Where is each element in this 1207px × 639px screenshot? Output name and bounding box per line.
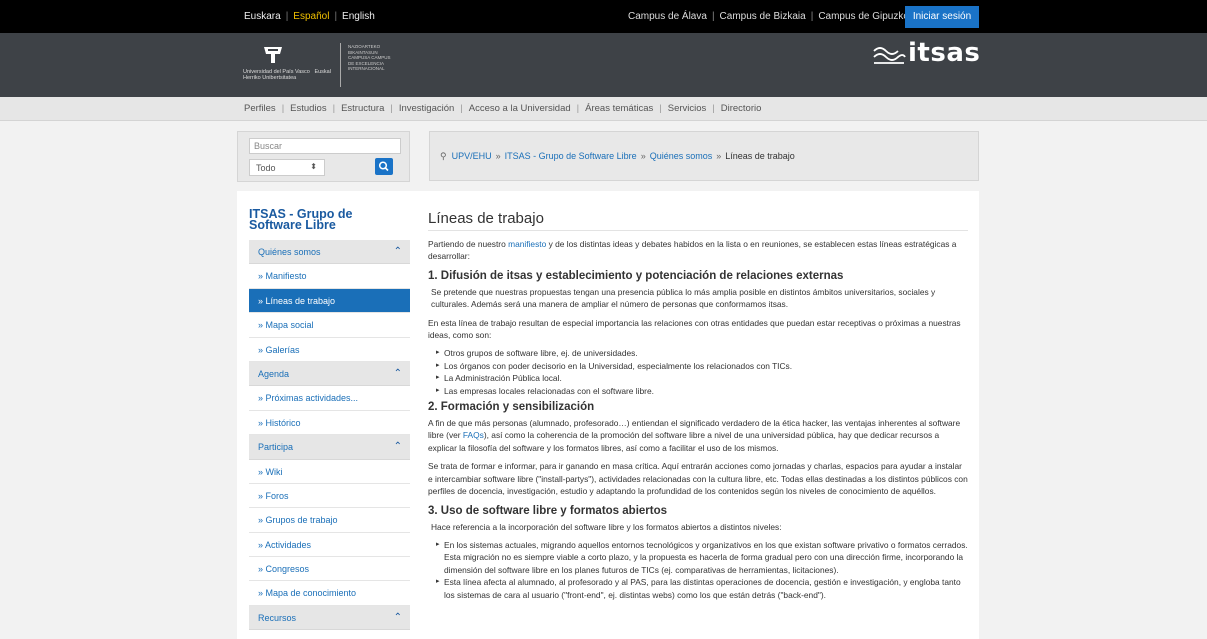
search-icon [378,161,389,172]
manifiesto-link[interactable]: manifiesto [508,239,546,249]
nav-estructura[interactable]: Estructura [341,103,384,114]
section-2-heading: 2. Formación y sensibilización [428,401,595,414]
list-item: En los sistemas actuales, migrando aquel… [436,539,968,576]
breadcrumb-upv-ehu[interactable]: UPV/EHU [452,151,492,161]
section-3-list: En los sistemas actuales, migrando aquel… [436,539,968,601]
list-item: La Administración Pública local. [436,372,968,385]
breadcrumb-current: Líneas de trabajo [725,151,795,161]
search-box: Buscar Todo ⬍ [237,131,410,182]
search-input[interactable]: Buscar [249,138,401,154]
page-title: Líneas de trabajo [428,210,968,231]
breadcrumb-quienes-somos[interactable]: Quiénes somos [650,151,713,161]
list-item: Esta línea afecta al alumnado, al profes… [436,576,968,601]
campus-bizkaia-link[interactable]: Campus de Bizkaia [720,11,806,22]
article: Líneas de trabajo Partiendo de nuestro m… [428,210,968,604]
lang-espanol[interactable]: Español [293,11,329,22]
sidebar-item-manifiesto[interactable]: » Manifiesto [249,264,410,289]
site-header: Universidad del País Vasco Euskal Herrik… [0,33,1207,97]
section-1-paragraph-2: En esta línea de trabajo resultan de esp… [428,317,961,341]
sidebar-item-wiki[interactable]: » Wiki [249,460,410,484]
lang-euskara[interactable]: Euskara [244,11,281,22]
excellence-campus-text: NAZIOARTEKO BIKAINTASUN CAMPUSA CAMPUS D… [348,44,391,71]
top-bar: Euskara | Español | English Campus de Álava |… [0,0,1207,33]
sidebar-item-mapa-social[interactable]: » Mapa social [249,313,410,338]
faqs-link[interactable]: FAQs [463,430,484,440]
list-item: Otros grupos de software libre, ej. de u… [436,347,968,360]
main-nav: Perfiles | Estudios | Estructura | Investigaci… [0,97,1207,121]
sidebar-item-historico[interactable]: » Histórico [249,411,410,436]
chevron-up-icon: ⌃ [393,611,402,623]
sidebar-item-congresos[interactable]: » Congresos [249,557,410,582]
section-3-paragraph-1: Hace referencia a la incorporación del s… [431,521,782,532]
sidebar-item-foros[interactable]: » Foros [249,484,410,509]
sidebar-item-lineas-de-trabajo[interactable]: » Líneas de trabajo [249,288,410,314]
university-emblem-icon [264,47,282,63]
sidebar-cat-agenda[interactable]: Agenda ⌃ [249,361,410,387]
section-2-paragraph-1: A fin de que más personas (alumnado, pro… [428,418,961,453]
search-scope-select[interactable]: Todo ⬍ [249,159,325,176]
search-button[interactable] [375,158,393,175]
lang-english[interactable]: English [342,11,375,22]
brand-text: itsas [908,38,981,68]
location-pin-icon: ⚲ [440,151,447,161]
university-name: Universidad del País Vasco Euskal Herrik… [243,69,331,81]
section-1-paragraph-1: Se pretende que nuestras propuestas teng… [431,286,936,310]
chevron-up-icon: ⌃ [393,246,402,257]
nav-directorio[interactable]: Directorio [721,103,762,114]
nav-acceso[interactable]: Acceso a la Universidad [469,103,571,114]
login-button[interactable]: Iniciar sesión [905,6,979,28]
nav-perfiles[interactable]: Perfiles [244,103,276,114]
list-item: Los órganos con poder decisorio en la Un… [436,360,968,373]
sidebar-item-galerias[interactable]: » Galerías [249,338,410,362]
upv-ehu-logo[interactable]: Universidad del País Vasco Euskal Herrik… [243,39,393,91]
sidebar-cat-recursos[interactable]: Recursos ⌃ [249,605,410,631]
section-1-list: Otros grupos de software libre, ej. de u… [436,347,968,398]
language-switcher: Euskara | Español | English [244,11,375,22]
chevron-up-icon: ⌃ [393,441,402,453]
nav-servicios[interactable]: Servicios [668,103,707,114]
nav-areas[interactable]: Áreas temáticas [585,103,653,114]
sidebar-cat-quienes-somos[interactable]: Quiénes somos ⌃ [249,240,410,265]
sidebar-item-actividades[interactable]: » Actividades [249,533,410,558]
campus-gipuzkoa-link[interactable]: Campus de Gipuzkoa [818,11,914,22]
intro-paragraph: Partiendo de nuestro manifiesto y de los… [428,239,957,262]
nav-estudios[interactable]: Estudios [290,103,326,114]
section-3-heading: 3. Uso de software libre y formatos abie… [428,504,668,517]
breadcrumb-itsas[interactable]: ITSAS - Grupo de Software Libre [505,151,637,161]
chevron-up-icon: ⌃ [393,367,402,379]
breadcrumb: ⚲ UPV/EHU» ITSAS - Grupo de Software Libre… [429,131,979,181]
sidebar-title[interactable]: ITSAS - Grupo de Software Libre [249,208,407,232]
sidebar-item-grupos-de-trabajo[interactable]: » Grupos de trabajo [249,508,410,533]
campus-alava-link[interactable]: Campus de Álava [628,11,707,22]
sidebar-item-proximas-actividades[interactable]: » Próximas actividades... [249,386,410,411]
select-arrows-icon: ⬍ [310,162,317,171]
list-item: Las empresas locales relacionadas con el… [436,385,968,398]
logo-divider [340,43,341,87]
campus-links: Campus de Álava | Campus de Bizkaia | Campus… [628,11,915,22]
wave-logo-icon [873,47,906,64]
sidebar-menu: Quiénes somos ⌃ » Manifiesto » Líneas de … [249,240,410,631]
nav-investigacion[interactable]: Investigación [399,103,454,114]
section-1-heading: 1. Difusión de itsas y establecimiento y… [428,269,844,282]
section-2-paragraph-2: Se trata de formar e informar, para ir g… [428,461,968,497]
sidebar-item-mapa-de-conocimiento[interactable]: » Mapa de conocimiento [249,581,410,606]
sidebar-cat-participa[interactable]: Participa ⌃ [249,435,410,460]
